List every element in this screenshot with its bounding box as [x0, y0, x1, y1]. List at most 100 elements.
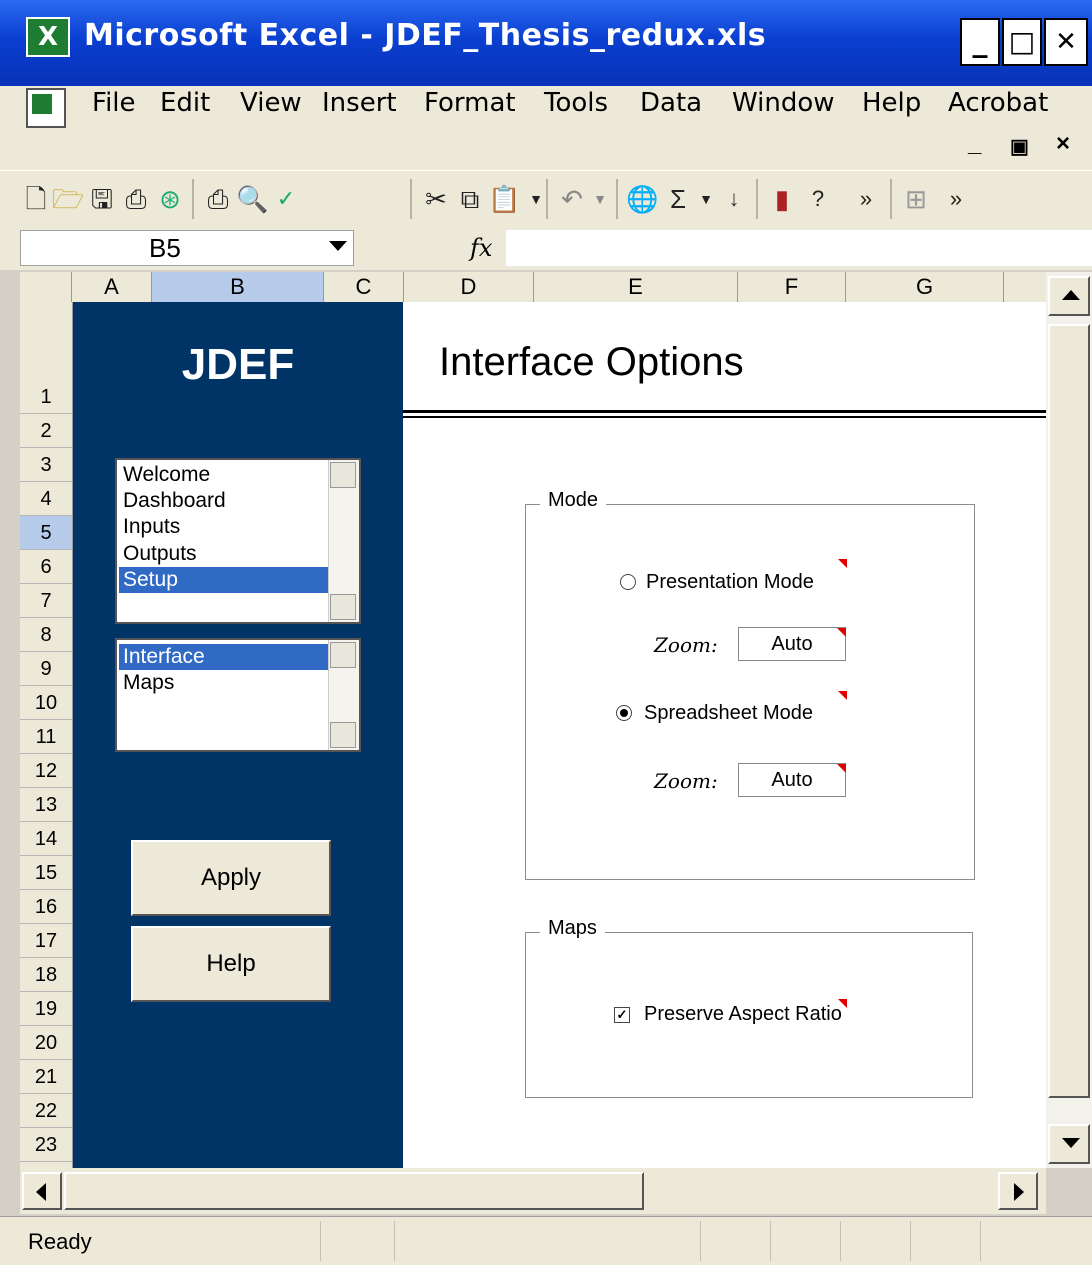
menu-format[interactable]: Format	[424, 88, 516, 118]
row-header-9[interactable]: 9	[20, 652, 72, 686]
menu-view[interactable]: View	[240, 88, 302, 118]
presentation-mode-label[interactable]: Presentation Mode	[646, 571, 814, 594]
column-header-b[interactable]: B	[152, 272, 324, 302]
scroll-down-icon[interactable]	[330, 594, 356, 620]
open-icon[interactable]: 🗁	[52, 183, 84, 215]
doc-close-button[interactable]: ×	[1056, 130, 1070, 158]
help-button[interactable]: Help	[131, 926, 331, 1002]
excel-app-icon[interactable]: X	[26, 17, 70, 57]
copy-icon[interactable]: ⧉	[454, 183, 486, 215]
list-item-inputs[interactable]: Inputs	[123, 514, 180, 540]
minimize-button[interactable]: _	[960, 18, 1000, 66]
menu-edit[interactable]: Edit	[160, 88, 210, 118]
menu-insert[interactable]: Insert	[322, 88, 397, 118]
column-header-a[interactable]: A	[72, 272, 152, 302]
horizontal-scroll-thumb[interactable]	[64, 1172, 644, 1210]
row-header-1[interactable]: 1	[20, 302, 72, 414]
sort-ascending-icon[interactable]: ↓	[718, 183, 750, 215]
column-header-c[interactable]: C	[324, 272, 404, 302]
row-header-23[interactable]: 23	[20, 1128, 72, 1162]
column-header-h[interactable]	[1004, 272, 1046, 302]
vertical-scroll-thumb[interactable]	[1048, 324, 1090, 1098]
column-header-d[interactable]: D	[404, 272, 534, 302]
column-header-g[interactable]: G	[846, 272, 1004, 302]
row-header-22[interactable]: 22	[20, 1094, 72, 1128]
row-header-5[interactable]: 5	[20, 516, 72, 550]
menu-window[interactable]: Window	[732, 88, 835, 118]
spelling-icon[interactable]: ✓	[270, 183, 302, 215]
spreadsheet-zoom-field[interactable]: Auto	[738, 763, 846, 797]
more-icon[interactable]: »	[850, 183, 882, 215]
row-header-6[interactable]: 6	[20, 550, 72, 584]
sub-list-scrollbar[interactable]	[328, 640, 359, 750]
row-header-4[interactable]: 4	[20, 482, 72, 516]
row-header-11[interactable]: 11	[20, 720, 72, 754]
more-icon-2[interactable]: »	[940, 183, 972, 215]
list-item-outputs[interactable]: Outputs	[123, 541, 197, 567]
row-header-7[interactable]: 7	[20, 584, 72, 618]
row-header-3[interactable]: 3	[20, 448, 72, 482]
new-icon[interactable]: 🗋	[20, 183, 52, 215]
menu-acrobat[interactable]: Acrobat	[948, 88, 1048, 118]
print-icon[interactable]: ⎙	[202, 183, 234, 215]
scroll-down-button[interactable]	[1048, 1124, 1090, 1164]
main-list-scrollbar[interactable]	[328, 460, 359, 622]
paste-icon[interactable]: 📋	[488, 183, 520, 215]
row-header-10[interactable]: 10	[20, 686, 72, 720]
fx-icon[interactable]: fx	[470, 234, 492, 262]
menu-data[interactable]: Data	[640, 88, 702, 118]
scroll-left-button[interactable]	[22, 1172, 62, 1210]
print-preview-icon[interactable]: 🔍	[236, 183, 268, 215]
help-icon[interactable]: ?	[802, 183, 834, 215]
chart-wizard-icon[interactable]: ▮	[766, 183, 798, 215]
borders-icon[interactable]: ⊞	[900, 183, 932, 215]
row-header-15[interactable]: 15	[20, 856, 72, 890]
row-header-2[interactable]: 2	[20, 414, 72, 448]
main-nav-listbox[interactable]: Welcome Dashboard Inputs Outputs Setup	[115, 458, 361, 624]
menu-tools[interactable]: Tools	[544, 88, 608, 118]
row-header-16[interactable]: 16	[20, 890, 72, 924]
scroll-down-icon[interactable]	[330, 722, 356, 748]
preserve-aspect-label[interactable]: Preserve Aspect Ratio	[644, 1003, 842, 1026]
list-item-welcome[interactable]: Welcome	[123, 462, 210, 488]
sub-nav-listbox[interactable]: Interface Maps	[115, 638, 361, 752]
column-header-f[interactable]: F	[738, 272, 846, 302]
row-header-17[interactable]: 17	[20, 924, 72, 958]
spreadsheet-mode-radio[interactable]	[616, 705, 632, 721]
horizontal-scrollbar[interactable]	[20, 1168, 1046, 1214]
list-item-interface[interactable]: Interface	[119, 644, 329, 670]
apply-button[interactable]: Apply	[131, 840, 331, 916]
vertical-scrollbar[interactable]	[1046, 272, 1092, 1168]
row-header-12[interactable]: 12	[20, 754, 72, 788]
scroll-right-button[interactable]	[998, 1172, 1038, 1210]
formula-input[interactable]	[506, 230, 1092, 266]
workbook-icon[interactable]	[26, 88, 66, 128]
spreadsheet-mode-label[interactable]: Spreadsheet Mode	[644, 702, 813, 725]
close-button[interactable]: ✕	[1044, 18, 1088, 66]
preserve-aspect-checkbox[interactable]: ✓	[614, 1007, 630, 1023]
permission-icon[interactable]: ⎙	[120, 183, 152, 215]
presentation-zoom-field[interactable]: Auto	[738, 627, 846, 661]
list-item-setup[interactable]: Setup	[119, 567, 329, 593]
hyperlink-icon[interactable]: 🌐	[626, 183, 658, 215]
menu-help[interactable]: Help	[862, 88, 921, 118]
list-item-maps[interactable]: Maps	[123, 670, 174, 696]
cut-icon[interactable]: ✂	[420, 183, 452, 215]
menu-file[interactable]: File	[92, 88, 136, 118]
name-box[interactable]: B5	[20, 230, 354, 266]
row-header-13[interactable]: 13	[20, 788, 72, 822]
row-header-18[interactable]: 18	[20, 958, 72, 992]
presentation-mode-radio[interactable]	[620, 574, 636, 590]
scroll-up-icon[interactable]	[330, 462, 356, 488]
doc-restore-button[interactable]: ▣	[1010, 134, 1029, 159]
name-box-dropdown-icon[interactable]	[329, 241, 347, 251]
doc-minimize-button[interactable]: _	[968, 130, 981, 158]
scroll-up-button[interactable]	[1048, 276, 1090, 316]
select-all-corner[interactable]	[20, 272, 72, 302]
row-header-14[interactable]: 14	[20, 822, 72, 856]
row-header-8[interactable]: 8	[20, 618, 72, 652]
list-item-dashboard[interactable]: Dashboard	[123, 488, 226, 514]
row-header-21[interactable]: 21	[20, 1060, 72, 1094]
research-icon[interactable]: ⊛	[154, 183, 186, 215]
save-icon[interactable]: 🖫	[86, 183, 118, 215]
